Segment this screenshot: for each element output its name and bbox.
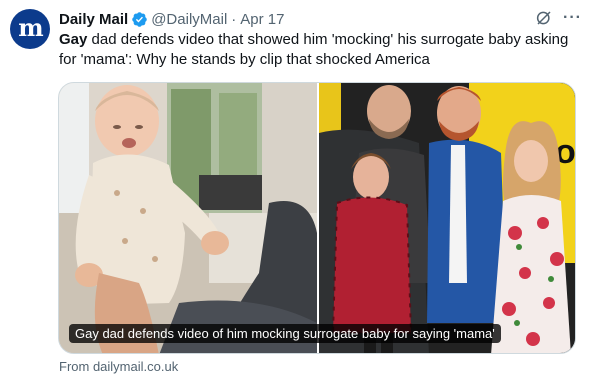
baby-photo-illustration bbox=[59, 83, 317, 353]
media-caption: Gay dad defends video of him mocking sur… bbox=[69, 324, 501, 343]
separator-dot: · bbox=[231, 10, 237, 28]
tweet-text-body: dad defends video that showed him 'mocki… bbox=[59, 31, 569, 68]
avatar-logo: m bbox=[18, 13, 43, 42]
media-photo-left bbox=[59, 83, 317, 353]
tweet-text: Gay dad defends video that showed him 'm… bbox=[59, 30, 579, 70]
family-photo-illustration: or bbox=[319, 83, 575, 353]
link-source[interactable]: From dailymail.co.uk bbox=[59, 359, 178, 374]
avatar[interactable]: m bbox=[10, 9, 50, 49]
more-options-icon[interactable]: ··· bbox=[563, 9, 582, 27]
timestamp[interactable]: Apr 17 bbox=[240, 11, 284, 28]
media-card[interactable]: or bbox=[58, 82, 576, 354]
tweet-header: Daily Mail @DailyMail · Apr 17 bbox=[59, 10, 284, 28]
tweet-text-highlight: Gay bbox=[59, 31, 88, 48]
handle[interactable]: @DailyMail bbox=[151, 11, 227, 28]
header-actions: ··· bbox=[535, 9, 582, 27]
grok-icon[interactable] bbox=[535, 9, 553, 27]
media-photo-right: or bbox=[319, 83, 575, 353]
display-name[interactable]: Daily Mail bbox=[59, 11, 128, 28]
verified-badge-icon bbox=[132, 11, 147, 27]
